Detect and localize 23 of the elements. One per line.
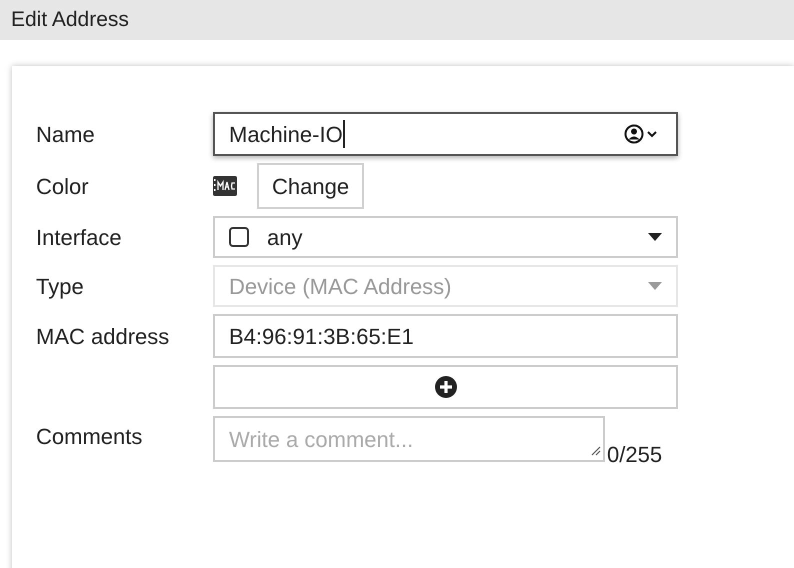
mac-address-field[interactable]: B4:96:91:3B:65:E1 xyxy=(213,314,678,358)
change-button[interactable]: Change xyxy=(257,163,364,209)
mac-device-icon xyxy=(213,176,237,196)
name-field[interactable]: Machine-IO xyxy=(213,112,678,156)
field-label: Comments xyxy=(36,423,144,451)
dropdown-caret-icon xyxy=(648,282,662,290)
mac-address-value: B4:96:91:3B:65:E1 xyxy=(229,322,414,350)
window-title: Edit Address xyxy=(11,7,129,34)
checkbox[interactable] xyxy=(229,227,249,247)
select-value: Device (MAC Address) xyxy=(229,272,452,300)
field-label: Type xyxy=(36,272,85,301)
comment-placeholder: Write a comment... xyxy=(229,426,414,454)
resize-handle-icon[interactable] xyxy=(589,444,601,456)
field-label: Color xyxy=(36,172,90,200)
name-value: Machine-IO xyxy=(229,120,343,148)
field-label: Interface xyxy=(36,224,123,252)
dropdown-select[interactable]: any xyxy=(213,216,678,258)
character-counter: 0/255 xyxy=(607,444,662,466)
field-label: Name xyxy=(36,120,96,148)
field-label: MAC address xyxy=(36,322,170,350)
plus-circle-icon xyxy=(434,376,456,398)
select-value: any xyxy=(267,224,302,252)
dropdown-caret-icon xyxy=(648,233,662,241)
